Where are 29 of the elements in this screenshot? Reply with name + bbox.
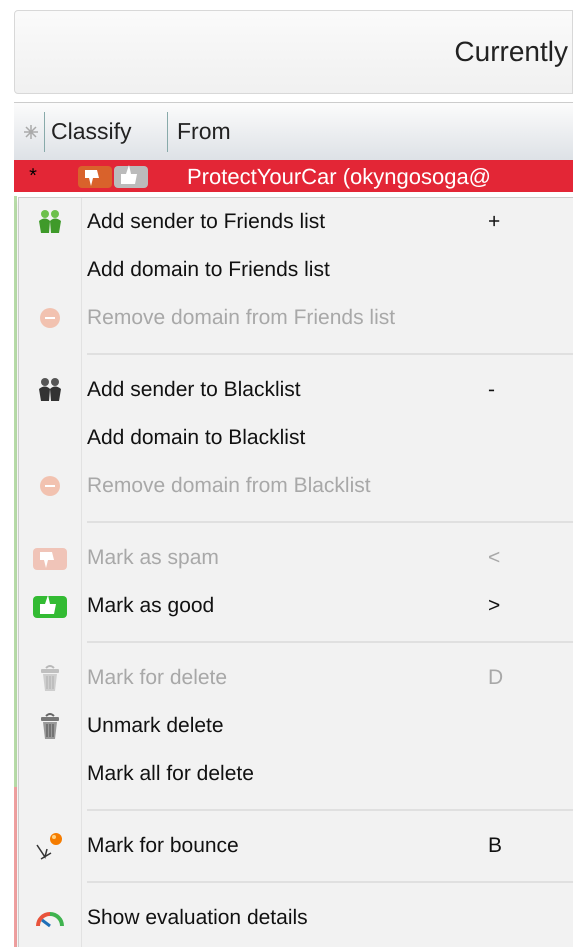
shortcut-text: +: [488, 209, 502, 236]
menu-item[interactable]: Add domain to Blacklist: [19, 414, 573, 462]
minus-circle-icon: [39, 475, 61, 497]
trash-icon: [39, 664, 61, 692]
menu-item[interactable]: Add sender to Blacklist -: [19, 366, 573, 414]
sender-text: ProtectYourCar (okyngosoga@: [187, 162, 492, 191]
column-header[interactable]: Classify: [45, 114, 167, 149]
unread-marker: *: [28, 164, 38, 189]
shortcut-text: <: [488, 545, 502, 572]
status-text: Currently: [454, 35, 568, 69]
menu-item[interactable]: Mark as good >: [19, 582, 573, 630]
sparkle-icon: [23, 124, 39, 140]
menu-item[interactable]: Mark for bounce B: [19, 822, 573, 870]
shortcut-text: -: [488, 377, 496, 404]
menu-item[interactable]: Mark all for delete: [19, 750, 573, 798]
minus-circle-icon: [39, 307, 61, 329]
people-icon: [38, 209, 62, 235]
menu-item[interactable]: Add sender to Friends list +: [19, 198, 573, 246]
menu-item[interactable]: Unmark delete: [19, 702, 573, 750]
trash-icon: [39, 712, 61, 740]
shortcut-text: B: [488, 833, 504, 860]
people-icon: [38, 377, 62, 403]
column-header[interactable]: From: [168, 114, 231, 149]
shortcut-text: >: [488, 593, 502, 620]
message-row[interactable]: * ProtectYourCar (okyngosoga@: [14, 160, 573, 192]
menu-item[interactable]: Add domain to Friends list: [19, 246, 573, 294]
shortcut-text: D: [488, 665, 504, 692]
menu-item[interactable]: Show evaluation details: [19, 894, 573, 942]
bouncing-ball-icon: [35, 831, 65, 861]
